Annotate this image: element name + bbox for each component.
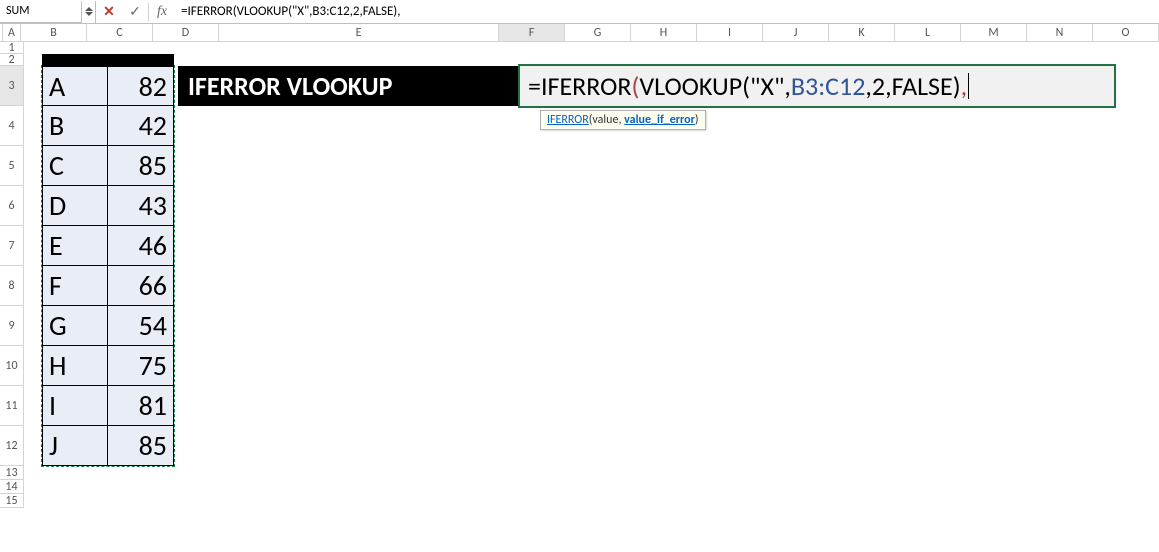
- table-cell-value[interactable]: 81: [108, 386, 174, 426]
- arg-bool: FALSE: [892, 70, 953, 102]
- data-table: A82B42C85D43E46F66G54H75I81J85: [42, 66, 174, 466]
- table-cell-value[interactable]: 42: [108, 106, 174, 146]
- table-cell-letter[interactable]: I: [42, 386, 108, 426]
- row-header-7[interactable]: 7: [0, 226, 24, 266]
- col-header-C[interactable]: C: [87, 24, 153, 42]
- table-cell-letter[interactable]: A: [42, 66, 108, 106]
- table-cell-value[interactable]: 82: [108, 66, 174, 106]
- col-header-H[interactable]: H: [631, 24, 697, 42]
- formula-input[interactable]: [175, 1, 1159, 23]
- fx-icon[interactable]: fx: [149, 1, 175, 23]
- arg-colnum: 2: [872, 70, 885, 102]
- col-header-I[interactable]: I: [697, 24, 763, 42]
- tooltip-arg2[interactable]: value_if_error: [624, 113, 695, 127]
- text-cursor: [968, 73, 969, 99]
- col-header-D[interactable]: D: [153, 24, 219, 42]
- formula-edit-cell[interactable]: =IFERROR(VLOOKUP("X",B3:C12,2,FALSE),: [520, 66, 1114, 106]
- paren-close-2: ): [953, 70, 961, 102]
- worksheet-grid[interactable]: ABCDEFGHIJKLMNO 123456789101112131415 A8…: [0, 24, 1159, 552]
- row-header-14[interactable]: 14: [0, 480, 24, 494]
- table-cell-value[interactable]: 85: [108, 146, 174, 186]
- row-header-2[interactable]: 2: [0, 54, 24, 66]
- row-header-11[interactable]: 11: [0, 386, 24, 426]
- row-headers: 123456789101112131415: [0, 42, 24, 508]
- table-cell-letter[interactable]: E: [42, 226, 108, 266]
- function-tooltip: IFERROR(value, value_if_error): [540, 110, 706, 130]
- col-header-F[interactable]: F: [499, 24, 565, 42]
- tooltip-close: ): [695, 113, 699, 127]
- tooltip-fn[interactable]: IFERROR: [547, 113, 589, 127]
- table-header-bar: [42, 54, 174, 66]
- comma-4: ,: [961, 70, 968, 102]
- arg-string: "X": [750, 70, 784, 102]
- col-header-G[interactable]: G: [565, 24, 631, 42]
- cells-area[interactable]: A82B42C85D43E46F66G54H75I81J85 IFERROR V…: [24, 42, 1159, 552]
- table-cell-letter[interactable]: G: [42, 306, 108, 346]
- table-row: G54: [42, 306, 174, 346]
- arg-ref: B3:C12: [791, 70, 866, 102]
- col-header-J[interactable]: J: [763, 24, 829, 42]
- table-row: A82: [42, 66, 174, 106]
- name-box[interactable]: SUM: [0, 1, 82, 23]
- row-header-13[interactable]: 13: [0, 466, 24, 480]
- table-cell-letter[interactable]: C: [42, 146, 108, 186]
- name-box-value: SUM: [6, 4, 29, 18]
- paren-open-1: (: [631, 70, 639, 102]
- formula-eq: =: [528, 70, 541, 102]
- enter-icon[interactable]: ✓: [122, 1, 148, 23]
- table-cell-letter[interactable]: D: [42, 186, 108, 226]
- table-row: J85: [42, 426, 174, 466]
- row-header-12[interactable]: 12: [0, 426, 24, 466]
- row-header-9[interactable]: 9: [0, 306, 24, 346]
- iferror-vlookup-label: IFERROR VLOOKUP: [178, 66, 520, 106]
- table-cell-letter[interactable]: F: [42, 266, 108, 306]
- tooltip-arg1: value: [592, 113, 618, 127]
- col-header-B[interactable]: B: [21, 24, 87, 42]
- table-cell-letter[interactable]: B: [42, 106, 108, 146]
- col-header-K[interactable]: K: [829, 24, 895, 42]
- table-row: C85: [42, 146, 174, 186]
- table-cell-letter[interactable]: J: [42, 426, 108, 466]
- column-headers: ABCDEFGHIJKLMNO: [0, 24, 1159, 42]
- table-cell-value[interactable]: 43: [108, 186, 174, 226]
- table-cell-value[interactable]: 75: [108, 346, 174, 386]
- formula-fn1: IFERROR: [541, 70, 632, 102]
- row-header-10[interactable]: 10: [0, 346, 24, 386]
- col-header-E[interactable]: E: [219, 24, 499, 42]
- formula-bar: SUM ✕ ✓ fx: [0, 0, 1159, 24]
- cancel-icon[interactable]: ✕: [96, 1, 122, 23]
- table-row: E46: [42, 226, 174, 266]
- table-row: D43: [42, 186, 174, 226]
- table-row: I81: [42, 386, 174, 426]
- row-header-15[interactable]: 15: [0, 494, 24, 508]
- table-cell-letter[interactable]: H: [42, 346, 108, 386]
- table-row: B42: [42, 106, 174, 146]
- paren-open-2: (: [742, 70, 750, 102]
- col-header-L[interactable]: L: [895, 24, 961, 42]
- row-header-8[interactable]: 8: [0, 266, 24, 306]
- row-header-5[interactable]: 5: [0, 146, 24, 186]
- table-row: F66: [42, 266, 174, 306]
- row-header-4[interactable]: 4: [0, 106, 24, 146]
- row-header-6[interactable]: 6: [0, 186, 24, 226]
- table-cell-value[interactable]: 85: [108, 426, 174, 466]
- col-header-M[interactable]: M: [961, 24, 1027, 42]
- col-header-O[interactable]: O: [1093, 24, 1159, 42]
- table-row: H75: [42, 346, 174, 386]
- col-header-A[interactable]: A: [3, 24, 21, 42]
- table-cell-value[interactable]: 54: [108, 306, 174, 346]
- name-box-spinner[interactable]: [82, 1, 96, 23]
- table-cell-value[interactable]: 46: [108, 226, 174, 266]
- table-cell-value[interactable]: 66: [108, 266, 174, 306]
- formula-fn2: VLOOKUP: [639, 70, 742, 102]
- col-header-N[interactable]: N: [1027, 24, 1093, 42]
- row-header-3[interactable]: 3: [0, 66, 24, 106]
